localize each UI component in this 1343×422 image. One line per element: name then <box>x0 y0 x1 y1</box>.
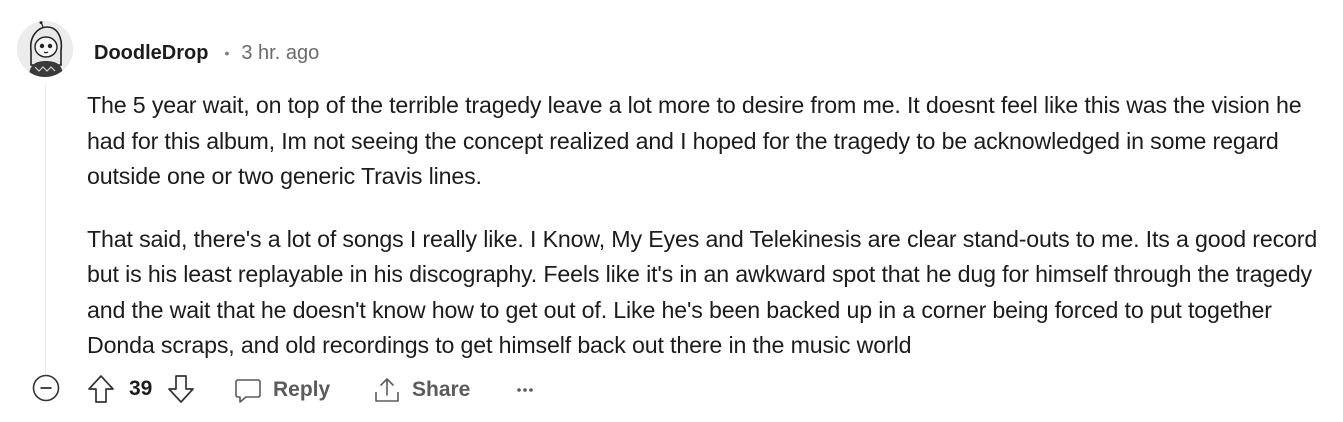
avatar[interactable] <box>17 21 73 77</box>
more-options-button[interactable] <box>510 375 540 405</box>
timestamp[interactable]: 3 hr. ago <box>241 42 319 65</box>
arrow-down-icon <box>168 375 194 403</box>
thread-line[interactable] <box>45 84 46 374</box>
ellipsis-icon <box>517 388 533 392</box>
vote-score: 39 <box>129 377 153 400</box>
comment-action-bar: 39 Reply Share <box>0 369 600 411</box>
comment-paragraph: That said, there's a lot of songs I real… <box>87 225 1318 359</box>
arrow-up-icon <box>88 375 114 403</box>
speech-bubble-icon <box>233 375 263 405</box>
share-button[interactable]: Share <box>372 369 470 411</box>
author-name[interactable]: DoodleDrop <box>94 42 208 65</box>
comment-meta: DoodleDrop • 3 hr. ago <box>94 38 319 68</box>
meta-separator: • <box>224 45 230 61</box>
collapse-button[interactable] <box>31 373 61 403</box>
downvote-button[interactable] <box>166 373 196 405</box>
share-upload-icon <box>372 375 402 405</box>
comment-paragraph: The 5 year wait, on top of the terrible … <box>87 92 1302 189</box>
share-label: Share <box>412 378 471 401</box>
reply-button[interactable]: Reply <box>233 369 330 411</box>
minus-circle-icon <box>32 374 60 402</box>
avatar-image <box>17 21 73 77</box>
reply-label: Reply <box>273 378 331 401</box>
upvote-button[interactable] <box>86 373 116 405</box>
comment-body: The 5 year wait, on top of the terrible … <box>87 88 1337 364</box>
